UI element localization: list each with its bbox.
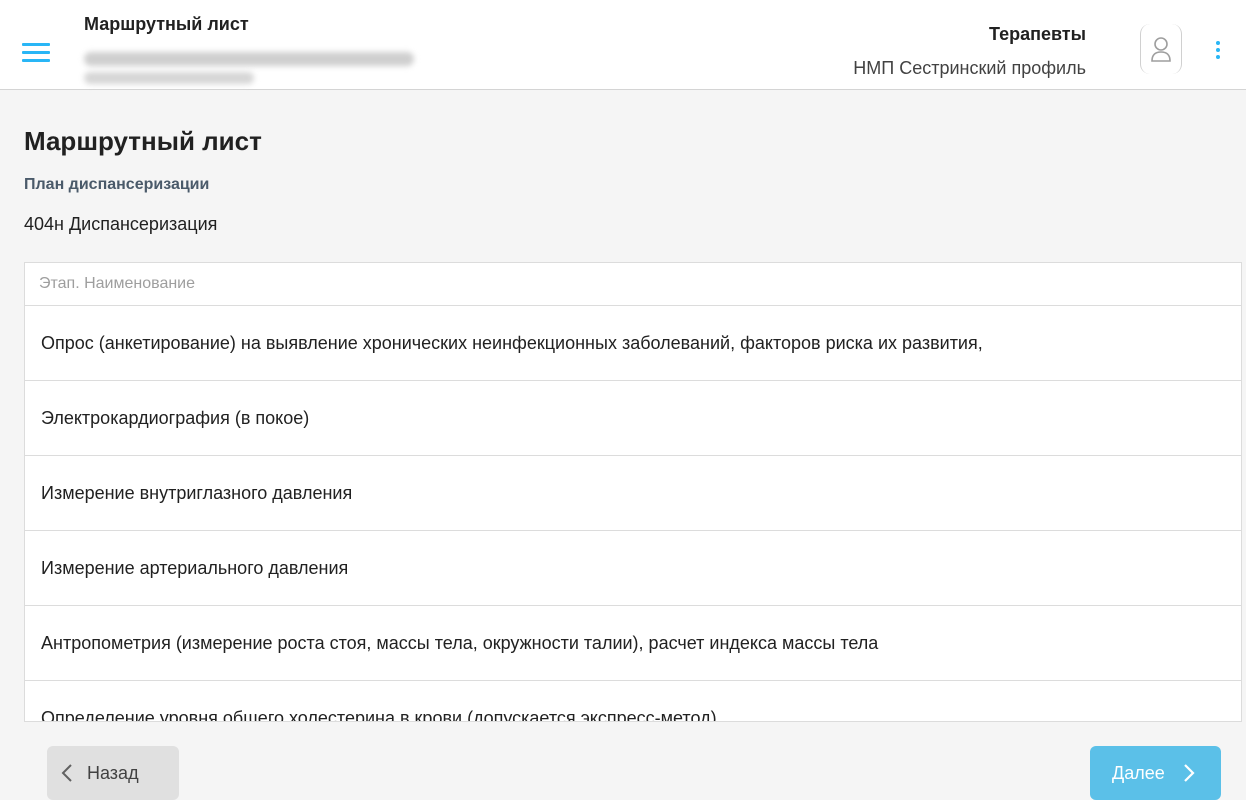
menu-button[interactable] (22, 38, 56, 66)
user-role: Терапевты (988, 24, 1086, 44)
table-row[interactable]: Измерение внутриглазного давления (25, 456, 1241, 531)
table-row[interactable]: Измерение артериального давления (25, 531, 1241, 606)
more-options-button[interactable] (1208, 38, 1228, 62)
table-header: Этап. Наименование (25, 263, 1241, 306)
table-row[interactable]: Определение уровня общего холестерина в … (25, 681, 1241, 722)
app-header: Маршрутный лист Терапевты НМП Сестрински… (0, 0, 1246, 90)
table-row[interactable]: Опрос (анкетирование) на выявление хрони… (25, 306, 1241, 381)
table-row[interactable]: Антропометрия (измерение роста стоя, мас… (25, 606, 1241, 681)
back-button[interactable]: Назад (47, 746, 179, 800)
back-button-label: Назад (87, 762, 139, 783)
patient-age-redacted (84, 72, 254, 84)
plan-label: План диспансеризации (24, 176, 210, 193)
chevron-left-icon (61, 764, 72, 782)
user-avatar-icon (1151, 37, 1171, 62)
user-profile: НМП Сестринский профиль (853, 58, 1086, 78)
hamburger-menu-icon (22, 42, 50, 46)
patient-name-redacted (84, 52, 414, 66)
next-button-label: Далее (1112, 762, 1165, 783)
table-row[interactable]: Электрокардиография (в покое) (25, 381, 1241, 456)
next-button[interactable]: Далее (1090, 746, 1221, 800)
stages-table: Этап. Наименование Опрос (анкетирование)… (24, 262, 1242, 722)
chevron-right-icon (1183, 764, 1195, 782)
avatar-button[interactable] (1140, 24, 1182, 74)
header-title: Маршрутный лист (84, 14, 249, 34)
plan-value: 404н Диспансеризация (24, 214, 218, 234)
more-vertical-icon (1216, 41, 1220, 45)
page-title: Маршрутный лист (24, 126, 262, 156)
